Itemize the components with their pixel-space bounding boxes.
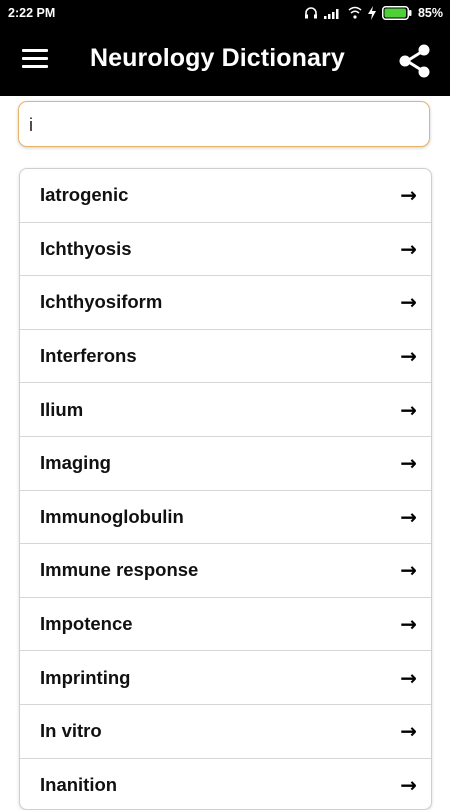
list-item[interactable]: Iatrogenic → xyxy=(20,169,431,223)
list-item[interactable]: Immune response → xyxy=(20,544,431,598)
hamburger-line xyxy=(22,57,48,60)
arrow-right-icon: → xyxy=(400,236,417,261)
wifi-icon xyxy=(348,6,362,19)
battery-percent: 85% xyxy=(417,6,443,20)
arrow-right-icon: → xyxy=(400,558,417,583)
list-item-label: In vitro xyxy=(40,720,102,742)
term-list: Iatrogenic → Ichthyosis → Ichthyosiform → Inte… xyxy=(19,168,432,810)
battery-icon xyxy=(381,6,412,20)
list-item-label: Ichthyosis xyxy=(40,237,132,259)
hamburger-menu-icon xyxy=(22,49,48,52)
share-icon xyxy=(399,44,430,78)
status-icons: 85% xyxy=(304,4,443,22)
list-item-label: Ilium xyxy=(40,398,84,420)
list-item[interactable]: Imaging → xyxy=(20,437,431,491)
share-button[interactable] xyxy=(396,42,434,80)
status-bar: 2:22 PM 85% xyxy=(0,0,450,26)
arrow-right-icon: → xyxy=(400,344,417,369)
status-time: 2:22 PM xyxy=(8,6,56,20)
list-item-label: Interferons xyxy=(40,345,137,367)
arrow-right-icon: → xyxy=(400,397,417,422)
search-box xyxy=(18,101,430,147)
hamburger-line xyxy=(22,65,48,68)
search-input[interactable] xyxy=(27,104,421,146)
headphones-icon xyxy=(304,7,317,19)
arrow-right-icon: → xyxy=(400,665,417,690)
list-item-label: Impotence xyxy=(40,613,133,635)
list-item-label: Inanition xyxy=(40,773,118,795)
list-item[interactable]: Interferons → xyxy=(20,330,431,384)
arrow-right-icon: → xyxy=(400,612,417,637)
app-bar: Neurology Dictionary xyxy=(0,26,450,96)
arrow-right-icon: → xyxy=(400,504,417,529)
list-item[interactable]: In vitro → xyxy=(20,705,431,759)
list-item[interactable]: Ilium → xyxy=(20,383,431,437)
arrow-right-icon: → xyxy=(400,772,417,797)
charging-icon xyxy=(367,6,376,20)
list-item-label: Immune response xyxy=(40,559,199,581)
list-item-label: Imprinting xyxy=(40,666,131,688)
list-item[interactable]: Ichthyosis → xyxy=(20,223,431,277)
arrow-right-icon: → xyxy=(400,290,417,315)
list-item-label: Iatrogenic xyxy=(40,184,129,206)
list-item[interactable]: Inanition → xyxy=(20,759,431,809)
list-item-label: Immunoglobulin xyxy=(40,505,184,527)
list-item[interactable]: Immunoglobulin → xyxy=(20,491,431,545)
list-item-label: Imaging xyxy=(40,452,111,474)
arrow-right-icon: → xyxy=(400,719,417,744)
page-title: Neurology Dictionary xyxy=(90,44,345,72)
list-item[interactable]: Ichthyosiform → xyxy=(20,276,431,330)
menu-button[interactable] xyxy=(22,49,48,71)
arrow-right-icon: → xyxy=(400,451,417,476)
list-item[interactable]: Impotence → xyxy=(20,598,431,652)
list-item[interactable]: Imprinting → xyxy=(20,651,431,705)
signal-icon xyxy=(323,9,339,19)
arrow-right-icon: → xyxy=(400,183,417,208)
list-item-label: Ichthyosiform xyxy=(40,291,163,313)
